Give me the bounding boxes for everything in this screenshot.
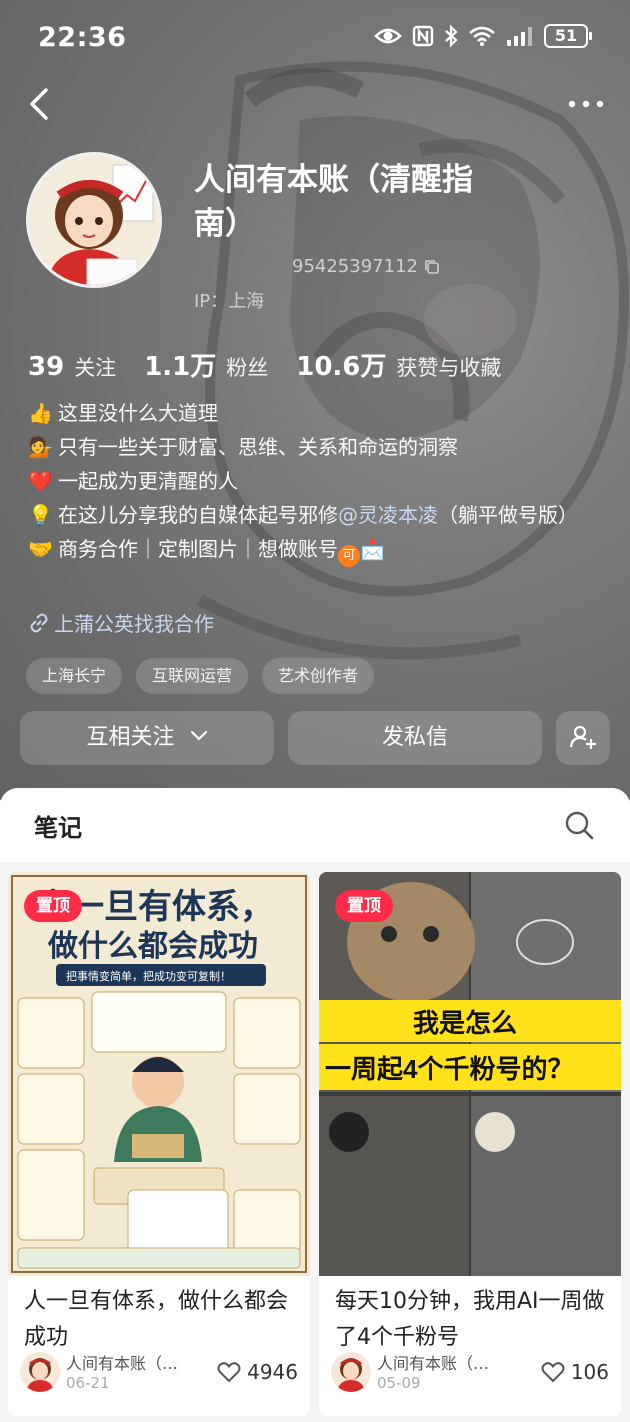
link-icon bbox=[30, 613, 48, 632]
heart-outline-icon bbox=[541, 1362, 565, 1383]
bio-text: 在这儿分享我的自媒体起号邪修 bbox=[58, 503, 338, 527]
clock: 22:36 bbox=[38, 22, 127, 53]
stat-followers[interactable]: 1.1万 粉丝 bbox=[144, 346, 268, 383]
note-card[interactable]: 人一旦有体系， 做什么都会成功 把事情变简单，把成功变可复制！ 置顶 人一旦有体… bbox=[8, 872, 310, 1416]
note-date: 06-21 bbox=[66, 1374, 110, 1392]
bio-text: 商务合作｜定制图片｜想做账号 bbox=[58, 537, 338, 561]
bio-line: 💡 在这儿分享我的自媒体起号邪修@灵凌本凌（躺平做号版） bbox=[28, 498, 588, 532]
like-button[interactable]: 4946 bbox=[217, 1360, 298, 1384]
wifi-icon bbox=[469, 26, 495, 46]
tab-notes[interactable]: 笔记 bbox=[34, 808, 82, 843]
author-avatar bbox=[20, 1352, 60, 1392]
status-icons: 51 bbox=[374, 24, 592, 48]
bio-line: 👍 这里没什么大道理 bbox=[28, 396, 588, 430]
stat-likes[interactable]: 10.6万 获赞与收藏 bbox=[296, 346, 501, 383]
collaboration-link-label: 上蒲公英找我合作 bbox=[54, 612, 214, 636]
stat-number: 10.6万 bbox=[296, 352, 387, 382]
thumb-banner-line2: 一周起4个千粉号的？ bbox=[325, 1054, 573, 1084]
note-thumbnail: 我是怎么 一周起4个千粉号的？ 置顶 bbox=[319, 872, 621, 1276]
mutual-follow-button[interactable]: 互相关注 bbox=[20, 711, 274, 765]
notes-header: 笔记 bbox=[0, 788, 630, 862]
bio-text: 一起成为更清醒的人 bbox=[58, 469, 238, 493]
profile-actions: 互相关注 发私信 bbox=[20, 711, 610, 765]
back-chevron-icon[interactable] bbox=[22, 84, 58, 124]
bio-line: 🤝 商务合作｜定制图片｜想做账号可 📩 bbox=[28, 532, 588, 567]
ke-badge-icon: 可 bbox=[338, 545, 360, 567]
heart-outline-icon bbox=[217, 1362, 241, 1383]
like-count: 106 bbox=[570, 1360, 609, 1384]
eye-icon bbox=[374, 28, 402, 44]
stat-label: 获赞与收藏 bbox=[396, 356, 502, 380]
stat-label: 粉丝 bbox=[226, 356, 269, 380]
note-meta: 人间有本账（… 06-21 4946 bbox=[18, 1350, 304, 1400]
signal-icon bbox=[507, 27, 532, 46]
note-title: 每天10分钟，我用AI一周做了4个千粉号 bbox=[335, 1289, 605, 1350]
profile-stats: 39 关注 1.1万 粉丝 10.6万 获赞与收藏 bbox=[28, 346, 529, 383]
author-avatar-illustration bbox=[26, 1358, 54, 1392]
collage-thumbnail: 我是怎么 一周起4个千粉号的？ bbox=[319, 872, 621, 1276]
bio-text: 只有一些关于财富、思维、关系和命运的洞察 bbox=[58, 435, 458, 459]
battery-indicator: 51 bbox=[544, 24, 592, 48]
search-icon[interactable] bbox=[564, 810, 594, 840]
thumb-title-line2: 做什么都会成功 bbox=[47, 930, 258, 963]
stat-number: 39 bbox=[28, 352, 65, 382]
note-title: 人一旦有体系，做什么都会成功 bbox=[24, 1289, 289, 1350]
handshake-icon: 🤝 bbox=[28, 537, 53, 561]
note-meta: 人间有本账（… 05-09 106 bbox=[329, 1350, 615, 1400]
author-avatar-illustration bbox=[337, 1358, 365, 1392]
author-avatar bbox=[331, 1352, 371, 1392]
copy-icon[interactable] bbox=[424, 259, 440, 275]
status-bar: 22:36 51 bbox=[0, 0, 630, 80]
add-friend-button[interactable] bbox=[556, 711, 610, 765]
user-id: 95425397112 bbox=[292, 256, 440, 277]
avatar-illustration bbox=[29, 155, 159, 285]
thumb-subtitle: 把事情变简单，把成功变可复制！ bbox=[66, 969, 231, 983]
heart-icon: ❤️ bbox=[28, 469, 53, 493]
pinned-badge: 置顶 bbox=[24, 890, 82, 922]
like-button[interactable]: 106 bbox=[541, 1360, 609, 1384]
author-name: 人间有本账（… bbox=[66, 1354, 179, 1373]
tag-industry[interactable]: 互联网运营 bbox=[136, 658, 249, 694]
more-icon[interactable] bbox=[566, 92, 606, 116]
person-tipping-hand-icon: 💁 bbox=[28, 435, 53, 459]
profile-tags: 上海长宁 互联网运营 艺术创作者 bbox=[26, 658, 375, 694]
tag-location[interactable]: 上海长宁 bbox=[26, 658, 123, 694]
note-thumbnail: 人一旦有体系， 做什么都会成功 把事情变简单，把成功变可复制！ 置顶 bbox=[8, 872, 310, 1276]
chevron-down-icon bbox=[190, 730, 207, 741]
avatar[interactable] bbox=[26, 152, 162, 288]
nfc-icon bbox=[412, 25, 434, 47]
infographic-thumbnail: 人一旦有体系， 做什么都会成功 把事情变简单，把成功变可复制！ bbox=[8, 872, 310, 1276]
stat-following[interactable]: 39 关注 bbox=[28, 352, 116, 382]
bio-text: （躺平做号版） bbox=[438, 503, 578, 527]
bio: 👍 这里没什么大道理 💁 只有一些关于财富、思维、关系和命运的洞察 ❤️ 一起成为更清… bbox=[28, 396, 588, 567]
bio-line: 💁 只有一些关于财富、思维、关系和命运的洞察 bbox=[28, 430, 588, 464]
thumbs-up-icon: 👍 bbox=[28, 401, 53, 425]
lightbulb-icon: 💡 bbox=[28, 503, 53, 527]
profile-header: 22:36 51 人间有本账（清醒指南） 95425397112 IP：上海 3… bbox=[0, 0, 630, 800]
message-button[interactable]: 发私信 bbox=[288, 711, 542, 765]
add-user-icon bbox=[569, 725, 596, 749]
stat-label: 关注 bbox=[74, 356, 117, 380]
tag-identity[interactable]: 艺术创作者 bbox=[262, 658, 375, 694]
bio-text: 这里没什么大道理 bbox=[58, 401, 218, 425]
collaboration-link[interactable]: 上蒲公英找我合作 bbox=[28, 608, 214, 637]
note-card[interactable]: 我是怎么 一周起4个千粉号的？ 置顶 每天10分钟，我用AI一周做了4个千粉号 … bbox=[319, 872, 621, 1416]
ip-location: IP：上海 bbox=[194, 291, 265, 312]
note-date: 05-09 bbox=[377, 1374, 421, 1392]
envelope-icon: 📩 bbox=[360, 537, 385, 561]
pinned-badge: 置顶 bbox=[335, 890, 393, 922]
bio-line: ❤️ 一起成为更清醒的人 bbox=[28, 464, 588, 498]
notes-panel: 笔记 人一旦有体系， 做什么都会成功 把事情变简单，把成功变可复制！ 置顶 人一… bbox=[0, 788, 630, 1422]
author-name: 人间有本账（… bbox=[377, 1354, 490, 1373]
mention-link[interactable]: @灵凌本凌 bbox=[338, 503, 438, 527]
mutual-follow-label: 互相关注 bbox=[86, 725, 175, 750]
bluetooth-icon bbox=[445, 24, 458, 48]
stat-number: 1.1万 bbox=[144, 352, 217, 382]
like-count: 4946 bbox=[247, 1360, 298, 1384]
thumb-banner-line1: 我是怎么 bbox=[413, 1008, 517, 1038]
profile-name: 人间有本账（清醒指南） bbox=[194, 162, 473, 242]
user-id-value: 95425397112 bbox=[292, 256, 418, 277]
